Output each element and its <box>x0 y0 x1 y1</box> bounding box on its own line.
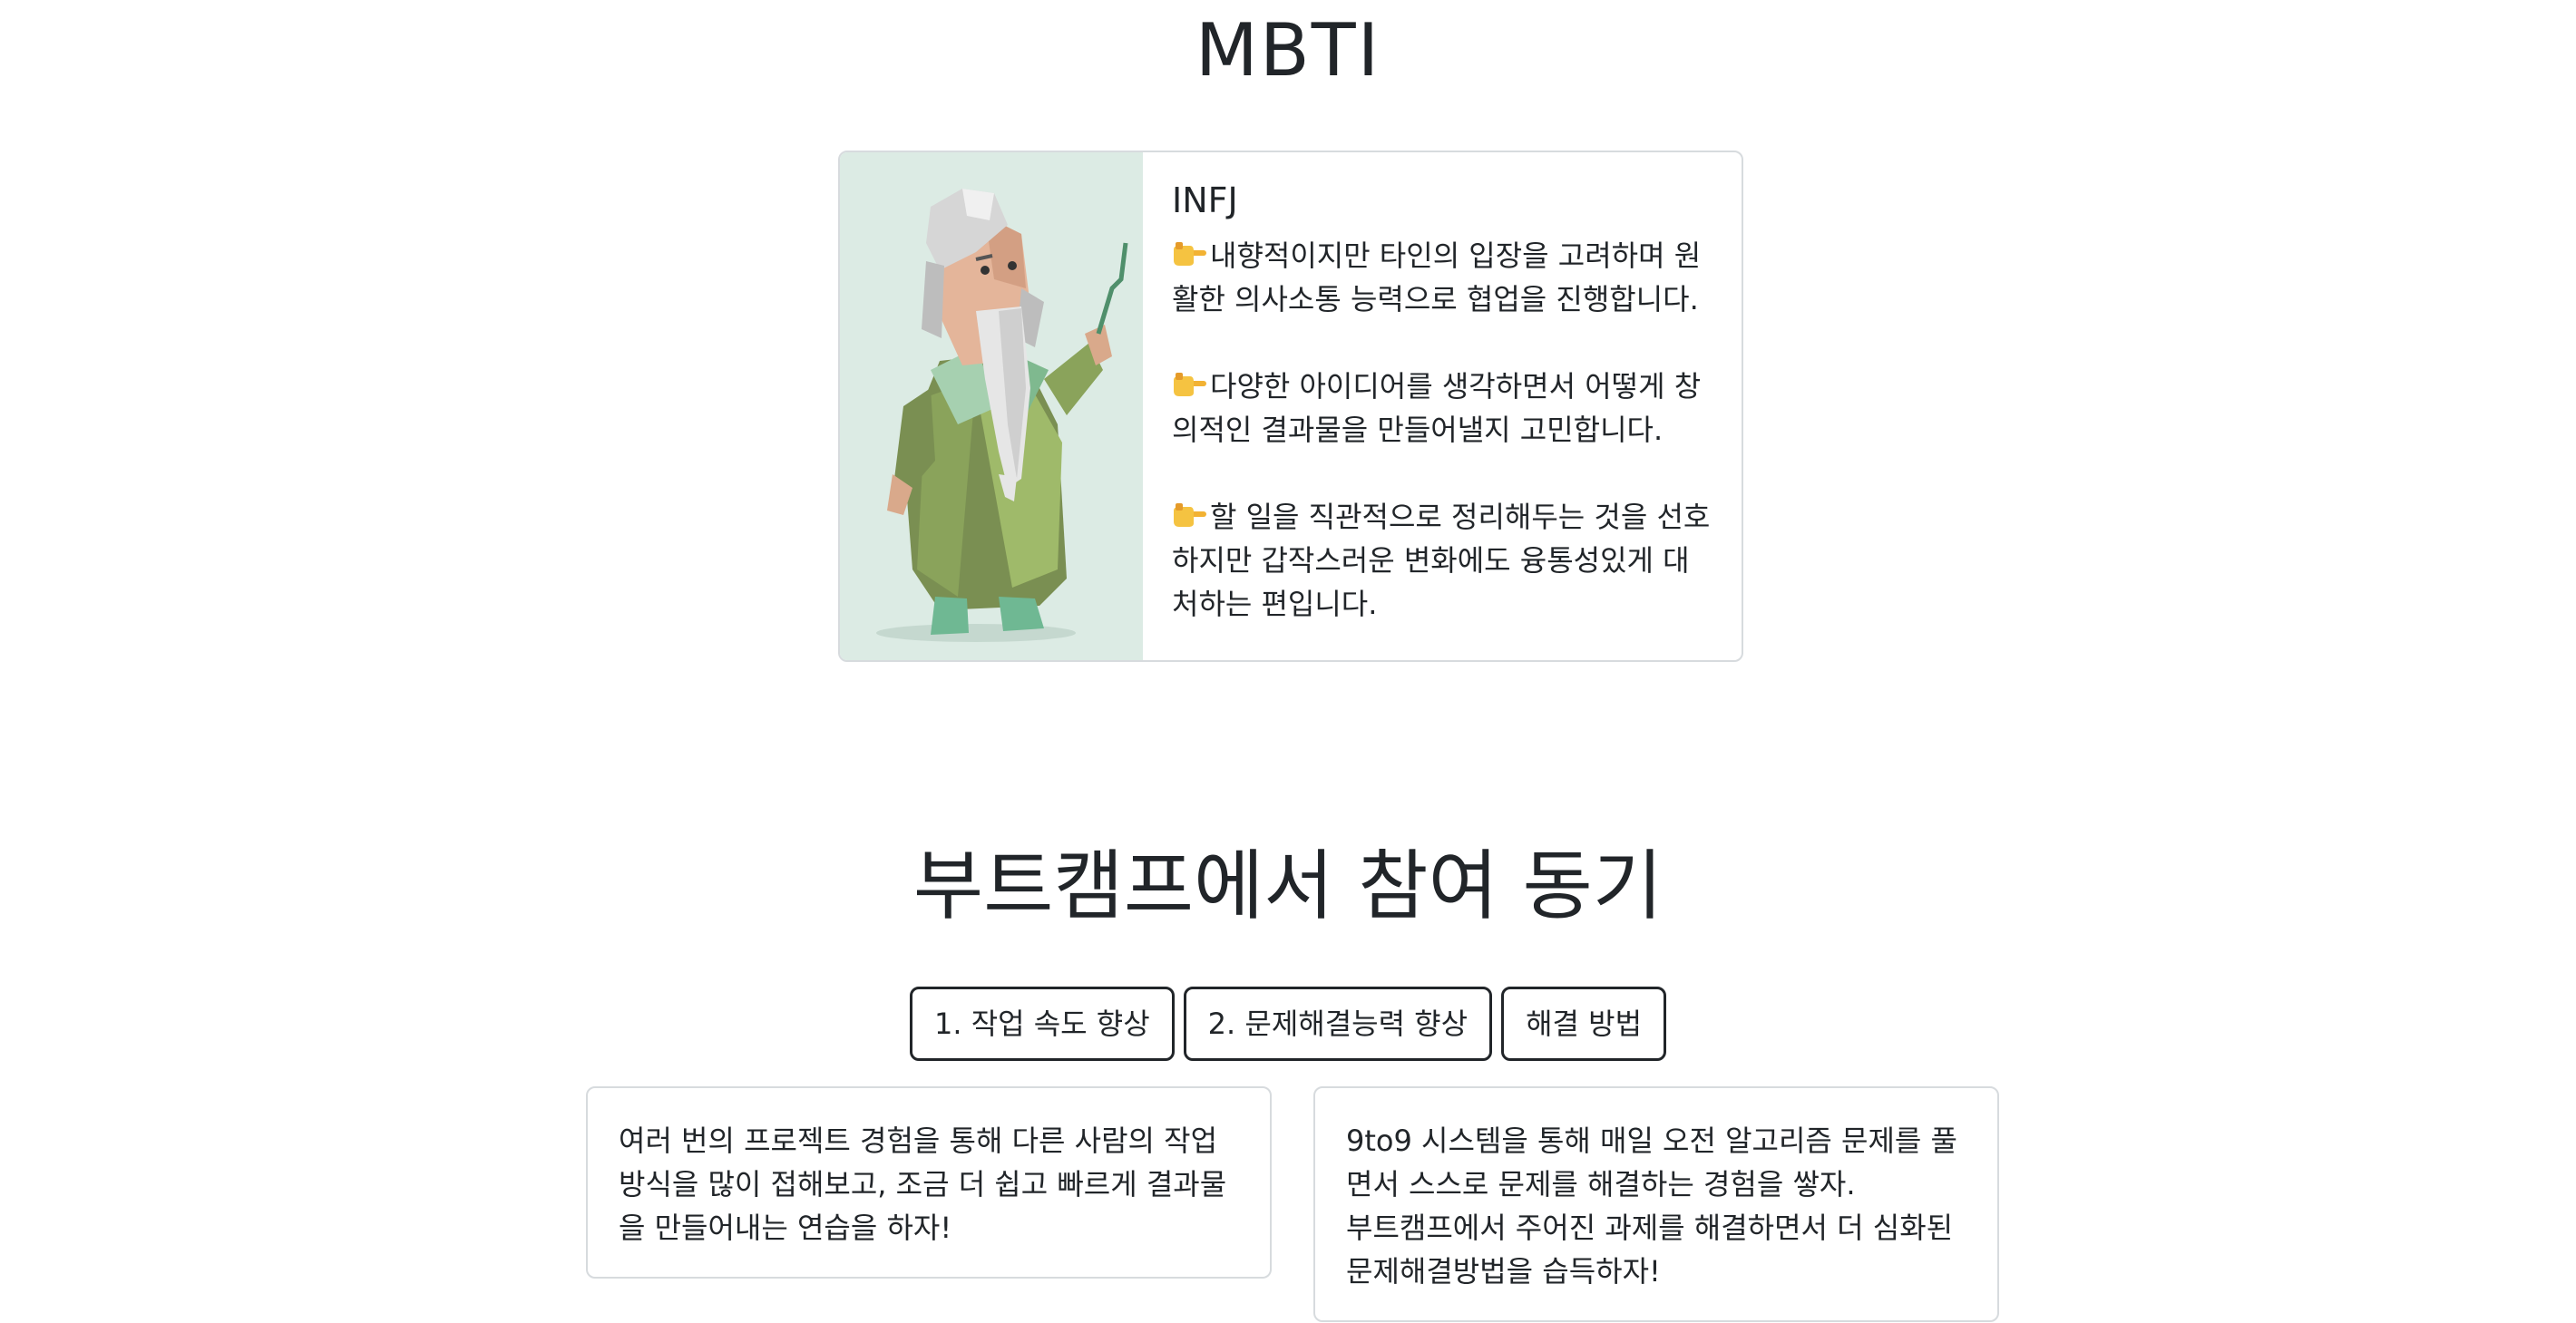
motivation-card-text: 9to9 시스템을 통해 매일 오전 알고리즘 문제를 풀면서 스스로 문제를 … <box>1346 1124 1957 1201</box>
wizard-illustration <box>840 152 1143 660</box>
tab-work-speed[interactable]: 1. 작업 속도 향상 <box>909 987 1175 1061</box>
section-title: 부트캠프에서 참여 동기 <box>912 841 1664 930</box>
motivation-card: 여러 번의 프로젝트 경험을 통해 다른 사람의 작업 방식을 많이 접해보고,… <box>586 1086 1272 1279</box>
motivation-card-text: 부트캠프에서 주어진 과제를 해결하면서 더 심화된 문제해결방법을 습득하자! <box>1346 1211 1954 1289</box>
mbti-description: 다양한 아이디어를 생각하면서 어떻게 창의적인 결과물을 만들어낼지 고민합니… <box>1172 365 1712 452</box>
motivation-card-text: 여러 번의 프로젝트 경험을 통해 다른 사람의 작업 방식을 많이 접해보고,… <box>619 1124 1227 1245</box>
mbti-description-text: 할 일을 직관적으로 정리해두는 것을 선호하지만 갑작스러운 변화에도 융통성… <box>1172 500 1711 621</box>
mbti-card: INFJ 내향적이지만 타인의 입장을 고려하며 원활한 의사소통 능력으로 협… <box>838 151 1743 662</box>
motivation-tabs: 1. 작업 속도 향상 2. 문제해결능력 향상 해결 방법 <box>0 987 2576 1061</box>
wizard-image <box>876 189 1128 642</box>
mbti-description: 할 일을 직관적으로 정리해두는 것을 선호하지만 갑작스러운 변화에도 융통성… <box>1172 495 1712 626</box>
pointing-hand-icon <box>1174 503 1206 527</box>
tab-problem-solving[interactable]: 2. 문제해결능력 향상 <box>1183 987 1493 1061</box>
pointing-hand-icon <box>1174 373 1206 396</box>
mbti-description: 내향적이지만 타인의 입장을 고려하며 원활한 의사소통 능력으로 협업을 진행… <box>1172 234 1712 321</box>
mbti-type: INFJ <box>1172 180 1238 220</box>
motivation-card: 9to9 시스템을 통해 매일 오전 알고리즘 문제를 풀면서 스스로 문제를 … <box>1313 1086 1999 1322</box>
mbti-card-body: INFJ 내향적이지만 타인의 입장을 고려하며 원활한 의사소통 능력으로 협… <box>1143 152 1742 660</box>
tab-solution[interactable]: 해결 방법 <box>1501 987 1667 1061</box>
mbti-description-text: 다양한 아이디어를 생각하면서 어떻게 창의적인 결과물을 만들어낼지 고민합니… <box>1172 369 1702 447</box>
page-title: MBTI <box>1195 8 1381 92</box>
pointing-hand-icon <box>1174 242 1206 266</box>
mbti-description-text: 내향적이지만 타인의 입장을 고려하며 원활한 의사소통 능력으로 협업을 진행… <box>1172 238 1702 316</box>
